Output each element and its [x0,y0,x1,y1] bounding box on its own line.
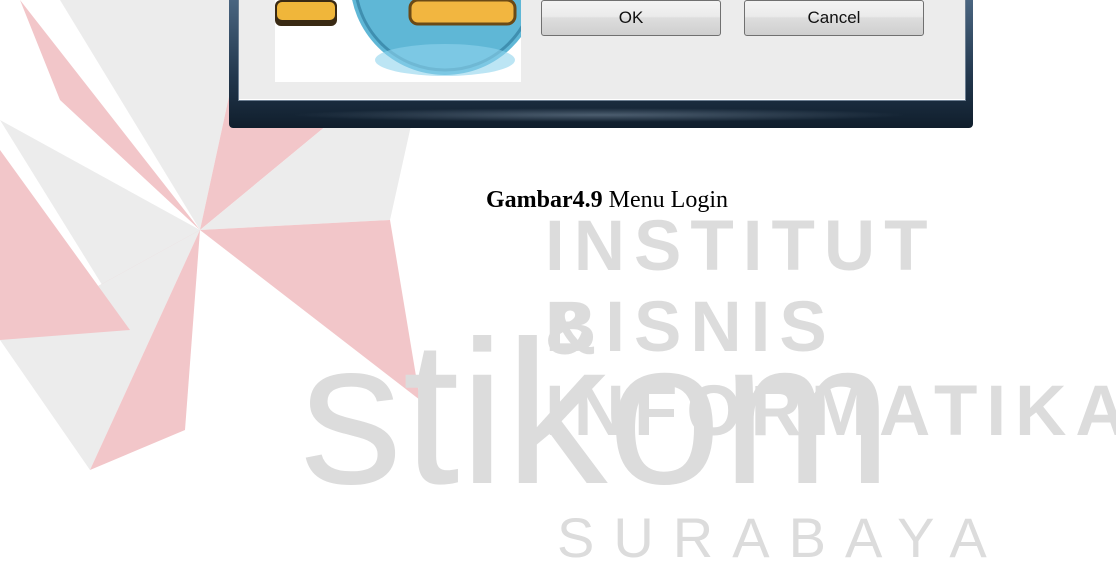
watermark-stikom-wordmark: stikom [300,335,892,495]
frame-glass-reflection [289,108,909,122]
figure-label: Gambar4.9 [486,187,603,213]
cancel-button[interactable]: Cancel [744,0,924,36]
figure-title: Menu Login [608,187,728,213]
app-logo-icon [275,0,521,76]
watermark-brand: stikom [300,335,892,495]
watermark-line3: SURABAYA [557,506,1006,569]
login-dialog: OK Cancel [229,0,973,128]
ok-button[interactable]: OK [541,0,721,36]
logo-panel [275,0,521,82]
figure-caption: Gambar4.9 Menu Login [486,187,728,214]
dialog-body: OK Cancel [238,0,966,101]
